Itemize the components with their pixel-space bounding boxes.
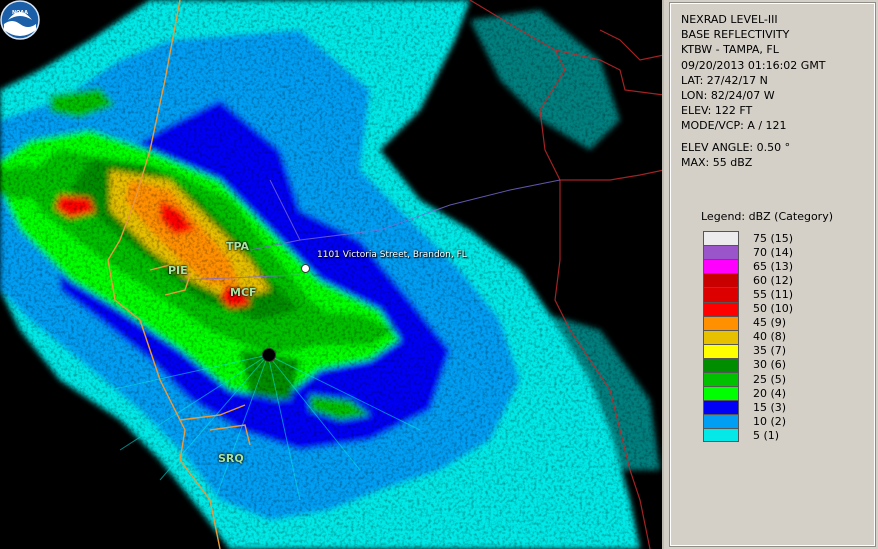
legend-row: 50 (10) — [703, 301, 874, 316]
legend-swatch — [703, 329, 739, 344]
legend-swatch — [703, 287, 739, 302]
radar-site-icon — [262, 348, 276, 362]
radar-image — [0, 0, 662, 549]
map-label-tpa: TPA — [226, 240, 250, 253]
legend-swatch — [703, 371, 739, 387]
info-panel: NEXRAD LEVEL-III BASE REFLECTIVITY KTBW … — [669, 2, 876, 547]
map-label-srq: SRQ — [218, 452, 244, 465]
legend-label: 30 (6) — [753, 358, 787, 372]
legend-row: 55 (11) — [703, 287, 874, 302]
legend-label: 65 (13) — [753, 259, 794, 273]
max-reflectivity: MAX: 55 dBZ — [681, 155, 753, 169]
legend-row: 60 (12) — [703, 273, 874, 288]
legend-row: 30 (6) — [703, 357, 874, 372]
legend-swatch — [703, 301, 739, 316]
legend-swatch — [703, 428, 739, 443]
station-name: KTBW - TAMPA, FL — [681, 43, 779, 57]
legend-row: 15 (3) — [703, 400, 874, 415]
legend-row: 65 (13) — [703, 259, 874, 274]
legend-row: 5 (1) — [703, 428, 874, 443]
legend-label: 50 (10) — [753, 302, 794, 316]
radar-map[interactable]: TPA PIE MCF SRQ 1101 Victoria Street, Br… — [0, 0, 664, 549]
legend-label: 25 (5) — [753, 372, 787, 386]
legend-label: 75 (15) — [753, 231, 794, 245]
legend-row: 10 (2) — [703, 414, 874, 429]
mode-vcp: MODE/VCP: A / 121 — [681, 119, 787, 133]
legend-row: 25 (5) — [703, 371, 874, 387]
legend-title: Legend: dBZ (Category) — [701, 210, 833, 224]
map-label-mcf: MCF — [230, 286, 257, 299]
legend-row: 40 (8) — [703, 329, 874, 344]
product-type: BASE REFLECTIVITY — [681, 28, 790, 42]
legend-label: 15 (3) — [753, 400, 787, 414]
legend-row: 45 (9) — [703, 315, 874, 330]
legend-swatch — [703, 357, 739, 372]
latitude: LAT: 27/42/17 N — [681, 73, 768, 87]
map-label-pie: PIE — [168, 264, 188, 277]
legend-label: 70 (14) — [753, 245, 794, 259]
legend-label: 55 (11) — [753, 287, 794, 301]
scan-datetime: 09/20/2013 01:16:02 GMT — [681, 58, 826, 72]
legend-row: 75 (15) — [703, 231, 874, 246]
noaa-logo-icon: NOAA — [0, 0, 40, 40]
legend-label: 45 (9) — [753, 316, 787, 330]
svg-text:NOAA: NOAA — [12, 10, 28, 16]
legend-swatch — [703, 259, 739, 274]
legend-swatch — [703, 400, 739, 415]
legend-row: 70 (14) — [703, 245, 874, 260]
legend-label: 10 (2) — [753, 414, 787, 428]
legend-label: 20 (4) — [753, 386, 787, 400]
legend-row: 20 (4) — [703, 386, 874, 401]
longitude: LON: 82/24/07 W — [681, 89, 775, 103]
legend-label: 5 (1) — [753, 428, 780, 442]
product-name: NEXRAD LEVEL-III — [681, 13, 778, 26]
legend-swatch — [703, 231, 739, 246]
legend: 75 (15) 70 (14) 65 (13) 60 (12) 55 (11) 50 (1… — [703, 231, 874, 443]
legend-swatch — [703, 245, 739, 260]
elevation-angle: ELEV ANGLE: 0.50 ° — [681, 140, 791, 154]
legend-row: 35 (7) — [703, 343, 874, 358]
legend-swatch — [703, 386, 739, 401]
address-label: 1101 Victoria Street, Brandon, FL — [317, 250, 467, 260]
legend-label: 35 (7) — [753, 344, 787, 358]
legend-label: 40 (8) — [753, 330, 787, 344]
legend-swatch — [703, 315, 739, 330]
elevation: ELEV: 122 FT — [681, 104, 753, 118]
legend-swatch — [703, 273, 739, 288]
legend-swatch — [703, 414, 739, 429]
legend-label: 60 (12) — [753, 273, 794, 287]
legend-swatch — [703, 343, 739, 358]
address-marker-icon[interactable] — [301, 264, 310, 273]
